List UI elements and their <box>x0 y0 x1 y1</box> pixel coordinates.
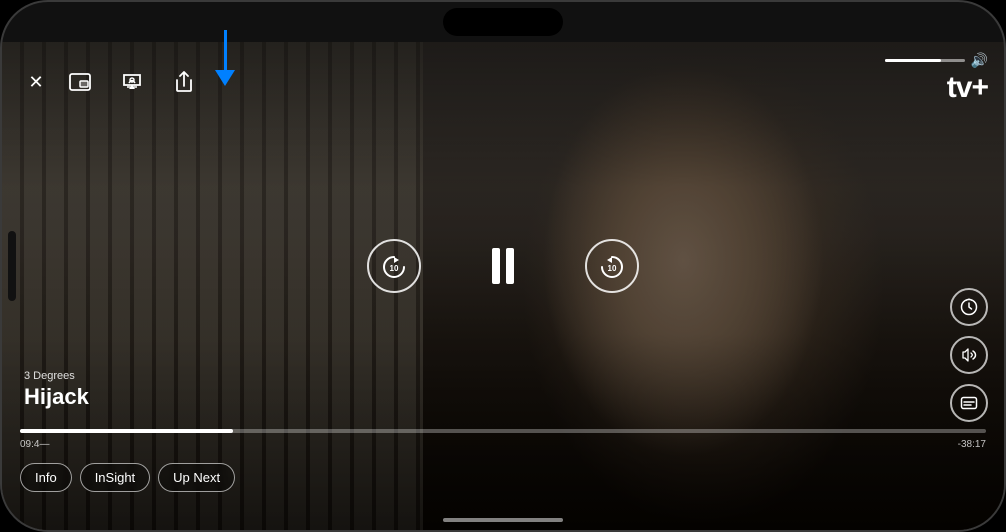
audio-button[interactable] <box>950 336 988 374</box>
top-icon-group <box>62 64 202 100</box>
pause-button[interactable] <box>481 244 525 288</box>
subtitles-button[interactable] <box>950 384 988 422</box>
camera-cutout <box>8 231 16 301</box>
apple-tv-logo: 🔊 tv+ <box>885 52 988 105</box>
close-icon: ✕ <box>28 72 43 93</box>
share-icon <box>175 71 193 93</box>
show-subtitle: 3 Degrees <box>24 370 89 382</box>
top-bar <box>2 2 1004 42</box>
volume-fill <box>885 59 941 62</box>
tab-up-next[interactable]: Up Next <box>158 463 235 492</box>
time-labels: 09:4— -38:17 <box>20 439 986 450</box>
rewind-icon: 10 <box>379 251 409 281</box>
top-controls-bar: ✕ <box>2 52 1004 112</box>
rewind-circle: 10 <box>367 239 421 293</box>
playback-controls: 10 10 <box>367 239 639 293</box>
tab-insight-label: InSight <box>95 470 135 485</box>
tab-up-next-label: Up Next <box>173 470 220 485</box>
svg-text:10: 10 <box>390 264 399 273</box>
pip-icon <box>69 73 91 91</box>
home-indicator[interactable] <box>443 518 563 522</box>
progress-bar[interactable] <box>20 429 986 433</box>
rewind-button[interactable]: 10 <box>367 239 421 293</box>
pip-button[interactable] <box>62 64 98 100</box>
airplay-icon <box>122 73 142 91</box>
share-button[interactable] <box>166 64 202 100</box>
tv-plus-text: tv+ <box>947 71 988 105</box>
tab-insight[interactable]: InSight <box>80 463 150 492</box>
progress-area: 09:4— -38:17 <box>20 429 986 450</box>
subtitles-icon <box>960 394 978 412</box>
tab-info[interactable]: Info <box>20 463 72 492</box>
progress-fill <box>20 429 233 433</box>
tab-info-label: Info <box>35 470 57 485</box>
bottom-tabs: Info InSight Up Next <box>20 463 235 492</box>
show-title: Hijack <box>24 384 89 410</box>
forward-button[interactable]: 10 <box>585 239 639 293</box>
close-button[interactable]: ✕ <box>18 64 54 100</box>
speed-icon <box>960 298 978 316</box>
volume-bar <box>885 59 965 62</box>
audio-icon <box>960 346 978 364</box>
volume-icon: 🔊 <box>971 52 988 69</box>
blue-arrow-indicator <box>215 30 235 86</box>
elapsed-time: 09:4— <box>20 439 49 450</box>
svg-text:10: 10 <box>608 264 617 273</box>
forward-circle: 10 <box>585 239 639 293</box>
phone-frame: ✕ <box>0 0 1006 532</box>
pause-bar-left <box>492 248 500 284</box>
pause-bar-right <box>506 248 514 284</box>
volume-control[interactable]: 🔊 <box>885 52 988 69</box>
show-info: 3 Degrees Hijack <box>24 370 89 410</box>
arrow-head <box>215 70 235 86</box>
dynamic-island <box>443 8 563 36</box>
speed-button[interactable] <box>950 288 988 326</box>
appletv-brand: tv+ <box>945 71 988 105</box>
airplay-button[interactable] <box>114 64 150 100</box>
right-controls <box>950 288 988 422</box>
forward-icon: 10 <box>597 251 627 281</box>
arrow-line <box>224 30 227 70</box>
remaining-time: -38:17 <box>958 439 986 450</box>
